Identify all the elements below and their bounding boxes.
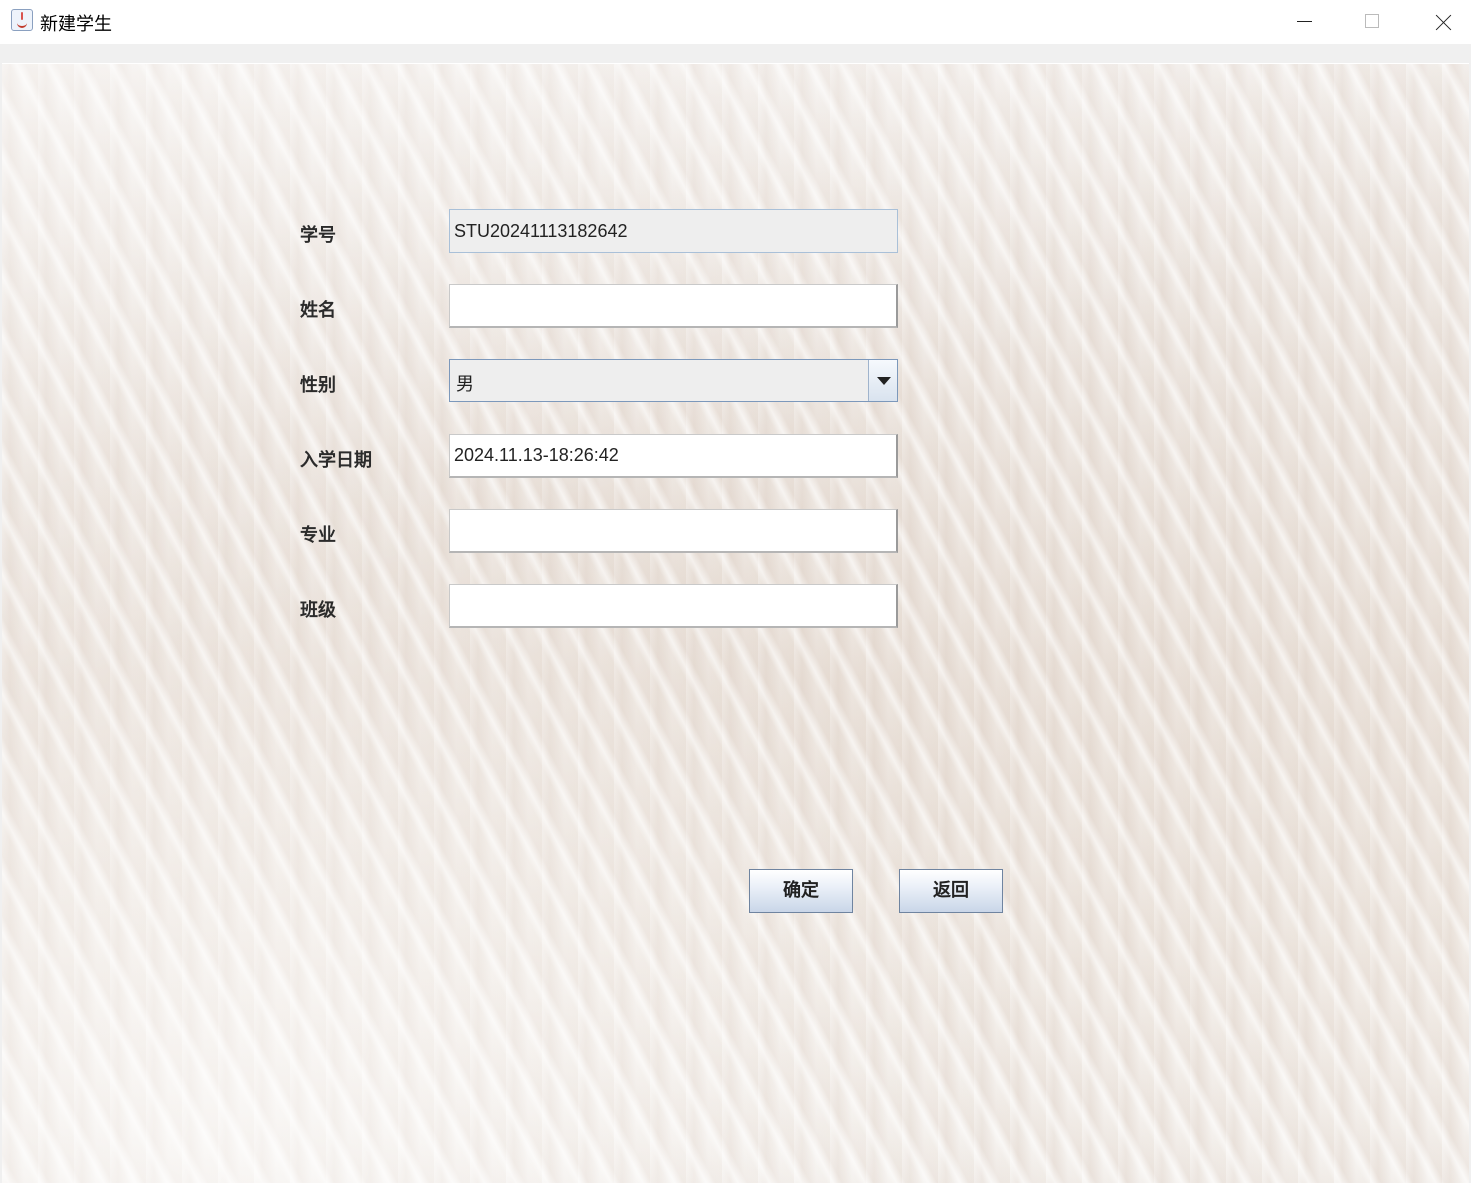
java-cup-icon [11,9,33,31]
enroll-date-label: 入学日期 [300,450,372,471]
class-field[interactable] [449,584,898,628]
window-title: 新建学生 [40,14,112,35]
gender-label: 性别 [300,375,336,396]
minimize-button[interactable] [1269,0,1338,44]
back-button[interactable]: 返回 [899,869,1003,913]
confirm-button[interactable]: 确定 [749,869,853,913]
close-button[interactable] [1407,0,1471,44]
maximize-button[interactable] [1338,0,1407,44]
title-bar: 新建学生 [0,0,1471,44]
gender-selected-value: 男 [456,374,474,395]
chevron-down-icon[interactable] [868,360,897,401]
name-label: 姓名 [300,300,336,321]
class-label: 班级 [300,600,336,621]
name-field[interactable] [449,284,898,328]
enroll-date-field[interactable] [449,434,898,478]
major-label: 专业 [300,525,336,546]
student-id-field[interactable] [449,209,898,253]
gender-select[interactable]: 男 [449,359,898,402]
student-id-label: 学号 [300,225,336,246]
major-field[interactable] [449,509,898,553]
